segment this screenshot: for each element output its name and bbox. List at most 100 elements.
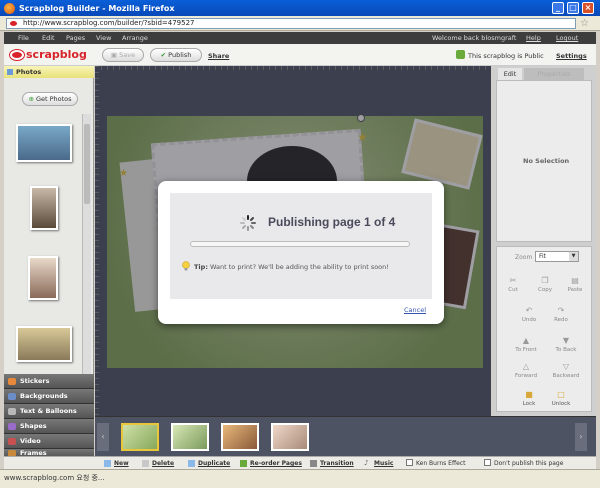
cut-button[interactable]: ✂ Cut — [501, 277, 525, 294]
menu-view[interactable]: View — [96, 34, 111, 42]
tab-edit[interactable]: Edit — [498, 68, 522, 80]
button-label: To Front — [515, 347, 537, 353]
zoom-select[interactable]: Fit ▼ — [535, 251, 579, 262]
menu-arrange[interactable]: Arrange — [122, 34, 148, 42]
menu-pages[interactable]: Pages — [66, 34, 85, 42]
reorder-icon — [240, 460, 247, 467]
copy-button[interactable]: ❐ Copy — [533, 276, 557, 294]
category-shapes[interactable]: Shapes — [4, 419, 94, 434]
page-actions-bar: New Delete Duplicate Re-order Pages Tran… — [4, 456, 596, 469]
loading-spinner-icon — [240, 215, 256, 231]
unlock-button[interactable]: □ Unlock — [549, 391, 573, 408]
no-selection-label: No Selection — [523, 157, 570, 165]
url-input[interactable]: http://www.scrapblog.com/builder/?sbid=4… — [6, 18, 576, 29]
to-front-button[interactable]: ▲ To Front — [511, 336, 541, 354]
close-button[interactable]: × — [582, 2, 594, 14]
new-page-link[interactable]: New — [114, 460, 129, 467]
category-backgrounds[interactable]: Backgrounds — [4, 389, 94, 404]
photos-icon — [7, 69, 13, 75]
undo-button[interactable]: ↶ Undo — [517, 306, 541, 324]
page-thumbnail-3[interactable] — [221, 423, 259, 451]
button-label: To Back — [555, 347, 577, 353]
minimize-button[interactable]: _ — [552, 2, 564, 14]
logout-link[interactable]: Logout — [556, 34, 578, 42]
text-balloons-icon — [8, 408, 16, 415]
maximize-button[interactable]: □ — [567, 2, 579, 14]
button-label: Undo — [521, 317, 537, 323]
browser-statusbar: www.scrapblog.com 요청 중... — [0, 469, 600, 488]
filmstrip-prev-icon[interactable]: ‹ — [97, 423, 109, 451]
public-status: This scrapblog is Public — [468, 52, 544, 60]
dont-publish-checkbox[interactable] — [484, 459, 491, 466]
duplicate-page-link[interactable]: Duplicate — [198, 460, 230, 467]
category-stickers[interactable]: Stickers — [4, 374, 94, 389]
app-toolbar: scrapblog ▣ Save ✔ Publish Share This sc… — [4, 44, 596, 66]
dialog-body: Publishing page 1 of 4 Tip: Want to prin… — [170, 193, 432, 299]
music-link[interactable]: Music — [374, 460, 393, 467]
dialog-title: Publishing page 1 of 4 — [268, 215, 396, 229]
transition-link[interactable]: Transition — [320, 460, 354, 467]
publish-progress-bar — [190, 241, 410, 247]
lock-button[interactable]: ■ Lock — [517, 390, 541, 408]
publishing-dialog: Publishing page 1 of 4 Tip: Want to prin… — [158, 181, 444, 324]
tip-message: Want to print? We'll be adding the abili… — [210, 263, 389, 271]
save-button[interactable]: ▣ Save — [102, 48, 144, 62]
photo-thumbnail[interactable] — [16, 124, 72, 162]
to-back-icon: ▼ — [562, 336, 570, 345]
page-thumbnail-1[interactable] — [121, 423, 159, 451]
delete-icon — [142, 460, 149, 467]
left-sidebar: Photos ⊕ Get Photos Stickers Backgrounds… — [4, 66, 94, 458]
backward-icon: ▽ — [562, 362, 570, 371]
reorder-pages-link[interactable]: Re-order Pages — [250, 460, 302, 467]
ken-burns-label: Ken Burns Effect — [416, 460, 466, 467]
button-label: Redo — [554, 317, 568, 323]
to-front-icon: ▲ — [522, 336, 530, 345]
button-label: Unlock — [551, 401, 571, 407]
page-thumbnail-2[interactable] — [171, 423, 209, 451]
paste-button[interactable]: ▤ Paste — [563, 277, 587, 294]
page-thumbnail-4[interactable] — [271, 423, 309, 451]
filmstrip-next-icon[interactable]: › — [575, 423, 587, 451]
tip-label: Tip: — [194, 263, 208, 271]
backward-button[interactable]: ▽ Backward — [551, 362, 581, 380]
zoom-label: Zoom — [515, 254, 533, 261]
to-back-button[interactable]: ▼ To Back — [551, 336, 581, 354]
get-photos-button[interactable]: ⊕ Get Photos — [22, 92, 78, 106]
zoom-value: Fit — [539, 253, 547, 260]
ken-burns-checkbox[interactable] — [406, 459, 413, 466]
copy-icon: ❐ — [541, 276, 549, 285]
photo-thumbnail[interactable] — [30, 186, 58, 230]
scrollbar-thumb[interactable] — [84, 124, 90, 204]
save-icon: ▣ — [110, 51, 120, 59]
menu-edit[interactable]: Edit — [42, 34, 55, 42]
button-label: Lock — [522, 401, 536, 407]
dont-publish-label: Don't publish this page — [494, 460, 564, 467]
photo-thumbnail[interactable] — [16, 326, 72, 362]
category-label: Backgrounds — [20, 392, 68, 400]
share-link[interactable]: Share — [208, 52, 229, 60]
category-text-balloons[interactable]: Text & Balloons — [4, 404, 94, 419]
delete-page-link[interactable]: Delete — [152, 460, 174, 467]
publish-button[interactable]: ✔ Publish — [150, 48, 202, 62]
bookmark-star-icon[interactable]: ☆ — [580, 18, 592, 29]
stickers-icon — [8, 378, 16, 385]
tab-properties[interactable]: Properties — [524, 68, 584, 80]
menu-file[interactable]: File — [18, 34, 29, 42]
button-label: Forward — [514, 373, 538, 379]
undo-icon: ↶ — [525, 306, 533, 315]
photos-header[interactable]: Photos — [4, 66, 94, 78]
photo-thumbnail[interactable] — [28, 256, 58, 300]
cancel-link[interactable]: Cancel — [404, 306, 426, 314]
window-title: Scrapblog Builder - Mozilla Firefox — [19, 3, 175, 13]
redo-button[interactable]: ↷ Redo — [549, 307, 573, 324]
logo-mark-icon — [10, 49, 24, 60]
photos-scrollbar[interactable] — [82, 114, 91, 378]
photos-header-label: Photos — [16, 68, 42, 76]
category-label: Video — [20, 437, 41, 445]
help-link[interactable]: Help — [526, 34, 541, 42]
backgrounds-icon — [8, 393, 16, 400]
category-video[interactable]: Video — [4, 434, 94, 449]
lock-icon: ■ — [525, 390, 533, 399]
settings-link[interactable]: Settings — [556, 52, 587, 60]
forward-button[interactable]: △ Forward — [511, 363, 541, 380]
